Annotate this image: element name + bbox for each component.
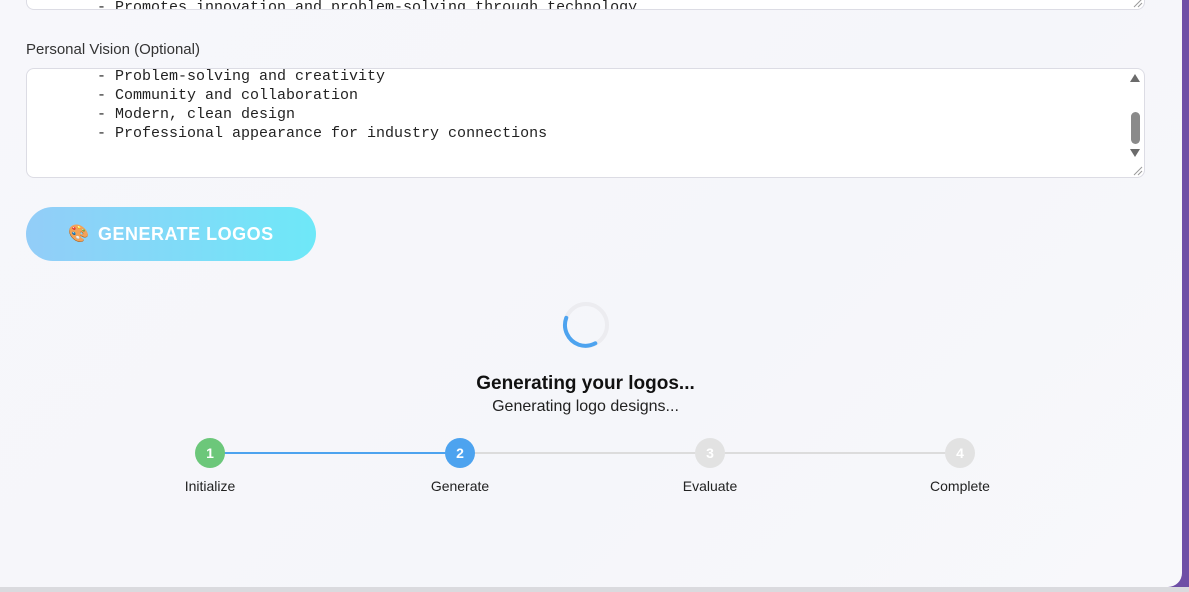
- generate-logos-button[interactable]: 🎨 GENERATE LOGOS: [26, 207, 316, 261]
- step-indicator-evaluate: 3: [695, 438, 725, 468]
- step-indicator-complete: 4: [945, 438, 975, 468]
- textarea-line: - Modern, clean design: [79, 106, 296, 123]
- generate-logos-label: GENERATE LOGOS: [97, 223, 274, 244]
- textarea-scrollbar[interactable]: [1127, 69, 1144, 177]
- step-label-initialize: Initialize: [184, 478, 236, 494]
- loading-spinner-icon: [563, 302, 609, 348]
- resize-grip-icon[interactable]: [1131, 0, 1143, 8]
- progress-status: Generating logo designs...: [492, 398, 679, 415]
- step-indicator-initialize: 1: [195, 438, 225, 468]
- step-connector: [460, 452, 710, 454]
- step-indicator-generate: 2: [445, 438, 475, 468]
- textarea-line: - Professional appearance for industry c…: [79, 125, 548, 142]
- step-label-generate: Generate: [430, 478, 490, 494]
- mission-textarea[interactable]: - Promotes innovation and problem-solvin…: [26, 0, 1145, 10]
- step-label-complete: Complete: [930, 478, 990, 494]
- resize-grip-icon[interactable]: [1131, 164, 1143, 176]
- personal-vision-textarea[interactable]: - Problem-solving and creativity - Commu…: [26, 68, 1145, 178]
- textarea-line: - Problem-solving and creativity: [79, 68, 386, 85]
- horizontal-scroll-area: [0, 587, 1189, 592]
- step-label-evaluate: Evaluate: [682, 478, 738, 494]
- palette-icon: 🎨: [68, 224, 90, 243]
- step-connector: [210, 452, 460, 454]
- scroll-up-arrow-icon[interactable]: [1130, 74, 1140, 82]
- step-connector: [710, 452, 960, 454]
- textarea-content: - Problem-solving and creativity - Commu…: [79, 68, 548, 143]
- progress-title: Generating your logos...: [476, 373, 695, 394]
- scrollbar-thumb[interactable]: [1131, 112, 1140, 144]
- textarea-line: - Community and collaboration: [79, 87, 359, 104]
- scroll-down-arrow-icon[interactable]: [1130, 149, 1140, 157]
- textarea-line: - Promotes innovation and problem-solvin…: [79, 0, 638, 10]
- personal-vision-label: Personal Vision (Optional): [26, 41, 200, 58]
